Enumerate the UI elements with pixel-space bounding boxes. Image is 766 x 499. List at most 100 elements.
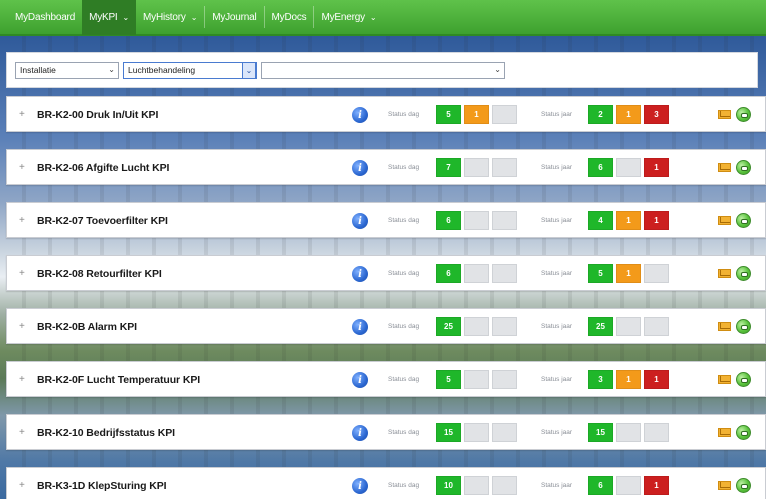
nav-mykpi[interactable]: MyKPI ⌄ [82, 0, 137, 35]
comment-icon[interactable] [736, 266, 751, 281]
status-year-badge[interactable]: 1 [616, 105, 641, 124]
expand-icon[interactable]: + [19, 269, 25, 279]
status-day-badge[interactable] [492, 476, 517, 495]
mail-icon[interactable] [718, 163, 731, 172]
status-year-badge[interactable]: 1 [616, 370, 641, 389]
status-year-badge[interactable]: 1 [616, 264, 641, 283]
status-day-badge[interactable]: 10 [436, 476, 461, 495]
status-day-badge[interactable]: 25 [436, 317, 461, 336]
kpi-row[interactable]: + BR-K2-0B Alarm KPI i Status dag 25 Status j… [6, 308, 766, 344]
status-day-badge[interactable] [492, 158, 517, 177]
status-year-badge[interactable] [644, 264, 669, 283]
category-select[interactable]: Luchtbehandeling ⌄ [123, 61, 257, 79]
nav-mydashboard[interactable]: MyDashboard [8, 0, 82, 35]
status-day-badge[interactable] [464, 476, 489, 495]
status-day-badge[interactable] [464, 423, 489, 442]
info-icon[interactable]: i [352, 266, 368, 282]
mail-icon[interactable] [718, 375, 731, 384]
kpi-row[interactable]: + BR-K2-07 Toevoerfilter KPI i Status dag 6 S… [6, 202, 766, 238]
status-day-badge[interactable] [492, 264, 517, 283]
mail-icon[interactable] [718, 428, 731, 437]
status-day-badge[interactable]: 5 [436, 370, 461, 389]
status-year-badge[interactable]: 3 [644, 105, 669, 124]
status-day-badge[interactable] [492, 211, 517, 230]
comment-icon[interactable] [736, 425, 751, 440]
status-year-badge[interactable]: 1 [644, 476, 669, 495]
info-icon[interactable]: i [352, 107, 368, 123]
mail-icon[interactable] [718, 216, 731, 225]
nav-myjournal[interactable]: MyJournal [205, 0, 263, 35]
mail-icon[interactable] [718, 322, 731, 331]
status-day-badge[interactable] [464, 264, 489, 283]
status-day-badge[interactable] [492, 105, 517, 124]
status-year-badge[interactable] [616, 423, 641, 442]
status-year-badge[interactable] [644, 423, 669, 442]
status-day-badge[interactable] [492, 423, 517, 442]
expand-icon[interactable]: + [19, 110, 25, 120]
status-day-label: Status dag [388, 270, 420, 277]
kpi-row[interactable]: + BR-K2-10 Bedrijfsstatus KPI i Status dag 1… [6, 414, 766, 450]
kpi-row[interactable]: + BR-K2-00 Druk In/Uit KPI i Status dag 5 1 St… [6, 96, 766, 132]
status-day-badge[interactable]: 5 [436, 105, 461, 124]
nav-label: MyJournal [212, 11, 257, 23]
expand-icon[interactable]: + [19, 163, 25, 173]
status-year-badge[interactable] [644, 317, 669, 336]
subcategory-select[interactable]: ⌄ [261, 61, 505, 79]
nav-myhistory[interactable]: MyHistory ⌄ [136, 0, 204, 35]
info-icon[interactable]: i [352, 478, 368, 494]
status-year-badge[interactable]: 5 [588, 264, 613, 283]
status-year-badge[interactable]: 2 [588, 105, 613, 124]
status-day-badge[interactable]: 1 [464, 105, 489, 124]
expand-icon[interactable]: + [19, 428, 25, 438]
info-icon[interactable]: i [352, 372, 368, 388]
expand-icon[interactable]: + [19, 481, 25, 491]
status-year-badge[interactable]: 15 [588, 423, 613, 442]
info-icon[interactable]: i [352, 160, 368, 176]
mail-icon[interactable] [718, 269, 731, 278]
kpi-row[interactable]: + BR-K2-0F Lucht Temperatuur KPI i Status d… [6, 361, 766, 397]
status-day-badge[interactable]: 7 [436, 158, 461, 177]
comment-icon[interactable] [736, 319, 751, 334]
status-year-badge[interactable] [616, 476, 641, 495]
status-day-badge[interactable] [464, 370, 489, 389]
mail-icon[interactable] [718, 481, 731, 490]
status-year-badge[interactable]: 1 [644, 158, 669, 177]
nav-mydocs[interactable]: MyDocs [265, 0, 314, 35]
status-year-badge[interactable]: 1 [616, 211, 641, 230]
status-year-badge[interactable]: 1 [644, 370, 669, 389]
status-day-badge[interactable] [464, 211, 489, 230]
status-day-badge[interactable]: 6 [436, 211, 461, 230]
comment-icon[interactable] [736, 160, 751, 175]
status-day-badge[interactable] [464, 317, 489, 336]
info-icon[interactable]: i [352, 319, 368, 335]
info-icon[interactable]: i [352, 425, 368, 441]
status-day-badge[interactable] [464, 158, 489, 177]
status-day-badge[interactable]: 6 [436, 264, 461, 283]
kpi-row[interactable]: + BR-K2-08 Retourfilter KPI i Status dag 6 St… [6, 255, 766, 291]
installation-select[interactable]: Installatie ⌄ [15, 61, 119, 79]
status-year-badge[interactable]: 4 [588, 211, 613, 230]
expand-icon[interactable]: + [19, 216, 25, 226]
expand-icon[interactable]: + [19, 375, 25, 385]
status-year-badge[interactable] [616, 158, 641, 177]
status-day-badge[interactable] [492, 317, 517, 336]
status-year-badge[interactable]: 1 [644, 211, 669, 230]
expand-icon[interactable]: + [19, 322, 25, 332]
kpi-row[interactable]: + BR-K3-1D KlepSturing KPI i Status dag 10 St… [6, 467, 766, 499]
status-year-badge[interactable]: 3 [588, 370, 613, 389]
status-year-badge[interactable]: 6 [588, 476, 613, 495]
status-year-badge[interactable]: 6 [588, 158, 613, 177]
status-year-badge[interactable]: 25 [588, 317, 613, 336]
status-day-badge[interactable] [492, 370, 517, 389]
kpi-row[interactable]: + BR-K2-06 Afgifte Lucht KPI i Status dag 7 S… [6, 149, 766, 185]
comment-icon[interactable] [736, 213, 751, 228]
mail-icon[interactable] [718, 110, 731, 119]
chevron-down-icon[interactable]: ⌄ [242, 61, 256, 79]
status-year-badge[interactable] [616, 317, 641, 336]
comment-icon[interactable] [736, 478, 751, 493]
comment-icon[interactable] [736, 107, 751, 122]
status-day-badge[interactable]: 15 [436, 423, 461, 442]
nav-myenergy[interactable]: MyEnergy ⌄ [314, 0, 383, 35]
info-icon[interactable]: i [352, 213, 368, 229]
comment-icon[interactable] [736, 372, 751, 387]
